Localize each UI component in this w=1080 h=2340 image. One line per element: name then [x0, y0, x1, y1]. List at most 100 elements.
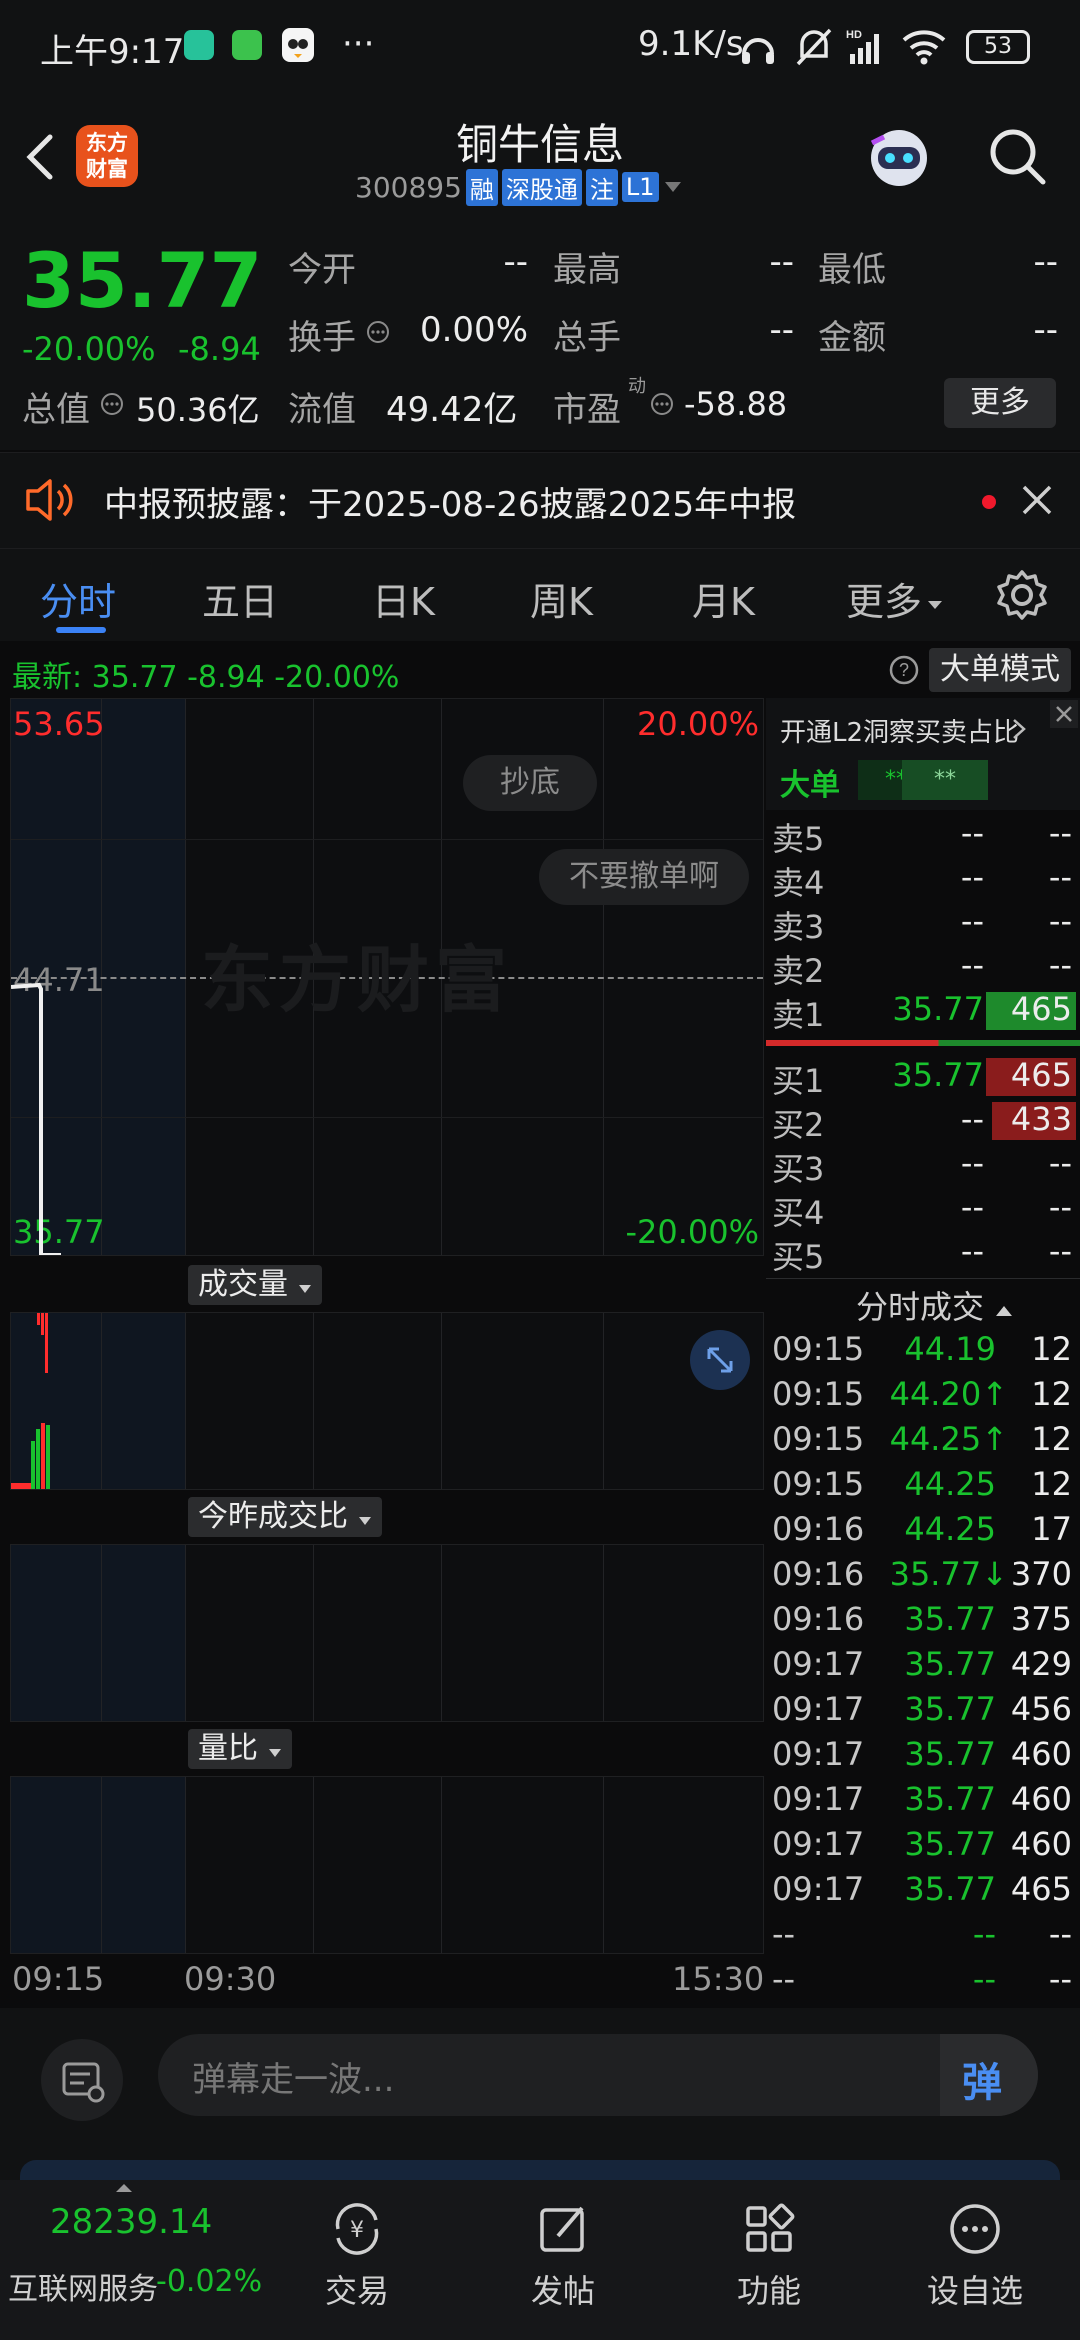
qrr-indicator-button[interactable]: 量比 [188, 1729, 292, 1769]
mute-bell-icon [796, 28, 832, 66]
tick-row: 09:17 35.77 429 [772, 1645, 1072, 1683]
robot-assistant-icon[interactable] [864, 123, 934, 193]
tick-row: 09:17 35.77 465 [772, 1870, 1072, 1908]
tab-five-day[interactable]: 五日 [202, 571, 278, 626]
buy-row-2: 买2 -- 433 [766, 1100, 1080, 1144]
ratio-grid-v1 [101, 1545, 102, 1721]
more-caret-icon [928, 600, 943, 609]
nav-post[interactable]: 发帖 [498, 2200, 628, 2312]
close-icon[interactable] [1020, 483, 1054, 517]
volume-indicator-button[interactable]: 成交量 [188, 1265, 322, 1305]
nav-trade[interactable]: ¥ 交易 [292, 2200, 422, 2312]
latest-quote-text: 最新: 35.77 -8.94 -20.00% [12, 660, 400, 695]
volume-chart[interactable] [10, 1312, 764, 1490]
danmu-send-label: 弹 [962, 2060, 1002, 2106]
intraday-price-chart[interactable]: 东方财富 53.65 20.00% 44.71 35.77 -20.00% 抄底… [10, 698, 764, 1256]
big-order-mode-button[interactable]: 大单模式 [929, 648, 1071, 692]
tab-intraday[interactable]: 分时 [40, 571, 116, 626]
registration-tag: 注 [585, 168, 618, 206]
open-value: -- [503, 242, 528, 282]
amount-value: -- [1033, 310, 1058, 350]
tick-row: 09:15 44.25↑ 12 [772, 1420, 1072, 1458]
margin-tag: 融 [465, 168, 498, 206]
amount-label: 金额 [818, 318, 886, 358]
open-label: 今开 [288, 250, 356, 290]
qrr-grid-v1 [101, 1777, 102, 1953]
pe-value: -58.88 [684, 385, 788, 423]
pe-info-icon[interactable] [650, 392, 674, 416]
wifi-icon [902, 30, 946, 65]
settings-gear-icon[interactable] [996, 569, 1048, 621]
nav-add-watchlist[interactable]: 设自选 [910, 2200, 1040, 2312]
nav-functions[interactable]: 功能 [704, 2200, 834, 2312]
stock-code-row[interactable]: 300895 融 深股通 注 L1 [355, 168, 683, 206]
help-icon[interactable]: ? [888, 654, 920, 686]
danmu-input[interactable]: 弹幕走一波... 弹 [158, 2034, 1038, 2116]
sell-row-4: 卖4 -- -- [772, 858, 1072, 902]
vol-grid-v3 [313, 1313, 314, 1489]
tab-monthly-k[interactable]: 月K [692, 571, 755, 626]
qrr-caret-icon [268, 1749, 281, 1757]
qrr-grid-v3 [313, 1777, 314, 1953]
index-value[interactable]: 28239.14 [50, 2202, 212, 2242]
svg-text:HD: HD [846, 29, 862, 41]
big-order-label: 大单 [780, 768, 840, 803]
connect-tag: 深股通 [501, 168, 582, 206]
index-expand-caret-icon[interactable] [114, 2182, 134, 2194]
unread-dot [982, 495, 996, 509]
post-edit-icon [540, 2206, 584, 2252]
low-label: 最低 [818, 250, 886, 290]
search-icon[interactable] [986, 125, 1048, 187]
tick-row: 09:16 35.77↓ 370 [772, 1555, 1072, 1593]
status-more-dots: ··· [342, 24, 375, 64]
period-tabs: 分时 五日 日K 周K 月K 更多 [0, 548, 1080, 641]
ratio-grid-v3 [313, 1545, 314, 1721]
tick-row: 09:17 35.77 460 [772, 1780, 1072, 1818]
qrr-chart[interactable] [10, 1776, 764, 1954]
status-net-speed: 9.1K/s [638, 24, 744, 64]
index-name[interactable]: 互联网服务 [8, 2264, 158, 2308]
tab-more[interactable]: 更多 [846, 571, 944, 626]
time-axis-start: 09:15 [12, 1960, 105, 1998]
ratio-grid-v2 [185, 1545, 186, 1721]
tab-daily-k[interactable]: 日K [372, 571, 435, 626]
tab-active-indicator [56, 627, 106, 633]
expand-icon[interactable] [689, 1329, 751, 1391]
quote-panel: 35.77 -20.00% -8.94 今开 -- 最高 -- 最低 -- 换手… [0, 220, 1080, 450]
headset-icon [742, 38, 774, 64]
l2-promo[interactable]: 开通L2洞察买卖占比 大单 ** ** [766, 698, 1080, 810]
status-bar: 上午9:17 ··· 9.1K/s HD 53 [0, 0, 1080, 95]
signal-icon: HD [846, 29, 879, 64]
l2-link[interactable]: 开通L2洞察买卖占比 [780, 712, 1019, 749]
market-cap-info-icon[interactable] [100, 392, 124, 416]
ratio-grid-v4 [441, 1545, 442, 1721]
bottom-pct-label: -20.00% [625, 1213, 759, 1251]
danmu-send-button[interactable]: 弹 [940, 2034, 1038, 2116]
volume-caret-icon [298, 1285, 311, 1293]
turnover-info-icon[interactable] [366, 320, 390, 344]
tick-row: 09:15 44.25 12 [772, 1465, 1072, 1503]
high-label: 最高 [553, 250, 621, 290]
current-price: 35.77 [22, 236, 263, 325]
danmu-bubble-1: 抄底 [463, 755, 597, 811]
tick-row: -- -- -- [772, 1915, 1072, 1953]
danmu-bubble-2: 不要撤单啊 [539, 849, 749, 905]
more-quote-button[interactable]: 更多 [944, 378, 1056, 428]
ratio-shade [11, 1545, 185, 1721]
svg-text:?: ? [899, 660, 909, 680]
close-promo-icon[interactable] [1050, 700, 1078, 728]
float-cap-value: 49.42亿 [386, 390, 518, 430]
high-value: -- [769, 242, 794, 282]
price-line [11, 982, 61, 1255]
float-cap-label: 流值 [288, 390, 356, 430]
tab-weekly-k[interactable]: 周K [530, 571, 593, 626]
notice-bar[interactable]: 中报预披露：于2025-08-26披露2025年中报 [0, 452, 1080, 548]
market-cap-value: 50.36亿 [136, 391, 260, 429]
sell-row-2: 卖2 -- -- [772, 946, 1072, 990]
ratio-indicator-button[interactable]: 今昨成交比 [188, 1497, 382, 1537]
bottom-toolbar: 28239.14 互联网服务 -0.02% ¥ 交易 发帖 功能 设自选 [0, 2180, 1080, 2340]
ticks-title[interactable]: 分时成交 [856, 1282, 1014, 1328]
danmu-placeholder: 弹幕走一波... [192, 2060, 395, 2100]
volume-ratio-chart[interactable] [10, 1544, 764, 1722]
danmu-settings-icon[interactable] [40, 2038, 124, 2122]
